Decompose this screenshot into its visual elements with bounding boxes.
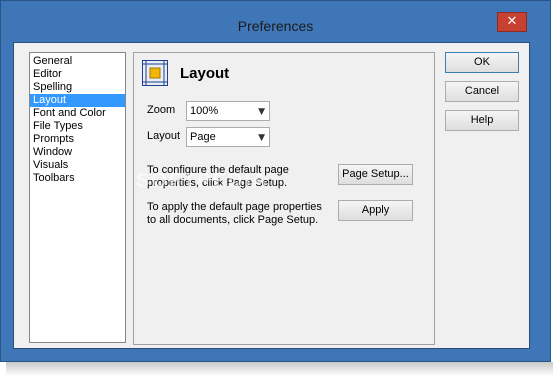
cancel-button[interactable]: Cancel — [445, 81, 519, 102]
layout-label: Layout — [147, 130, 181, 142]
apply-button[interactable]: Apply — [338, 200, 413, 221]
category-item-file-types[interactable]: File Types — [30, 120, 125, 133]
category-list[interactable]: General Editor Spelling Layout Font and … — [29, 52, 126, 343]
chevron-down-icon: ▼ — [258, 107, 265, 117]
close-button[interactable]: ✕ — [497, 12, 527, 32]
ok-button[interactable]: OK — [445, 52, 519, 73]
help-button[interactable]: Help — [445, 110, 519, 131]
zoom-label: Zoom — [147, 104, 176, 116]
category-item-toolbars[interactable]: Toolbars — [30, 172, 125, 185]
layout-select[interactable]: Page ▼ — [186, 127, 270, 147]
preferences-window: Preferences ✕ General Editor Spelling La… — [0, 0, 551, 362]
category-item-editor[interactable]: Editor — [30, 68, 125, 81]
layout-icon — [142, 60, 168, 86]
zoom-value: 100% — [190, 105, 219, 117]
window-title: Preferences — [237, 18, 314, 34]
dialog-client-area: General Editor Spelling Layout Font and … — [13, 42, 530, 349]
zoom-select[interactable]: 100% ▼ — [186, 101, 270, 121]
settings-panel: Layout Zoom 100% ▼ Layout Page ▼ To conf… — [133, 52, 435, 345]
title-bar[interactable]: Preferences ✕ — [1, 1, 550, 39]
category-item-font-and-color[interactable]: Font and Color — [30, 107, 125, 120]
category-item-prompts[interactable]: Prompts — [30, 133, 125, 146]
window-shadow — [6, 362, 553, 376]
chevron-down-icon: ▼ — [258, 133, 265, 143]
close-icon: ✕ — [506, 14, 518, 29]
panel-heading: Layout — [180, 65, 230, 82]
page-setup-button[interactable]: Page Setup... — [338, 164, 413, 185]
layout-value: Page — [190, 131, 216, 143]
apply-description: To apply the default page properties to … — [147, 201, 322, 226]
page-setup-description: To configure the default page properties… — [147, 164, 289, 189]
category-item-window[interactable]: Window — [30, 146, 125, 159]
category-item-general[interactable]: General — [30, 55, 125, 68]
category-item-layout[interactable]: Layout — [30, 94, 125, 107]
category-item-spelling[interactable]: Spelling — [30, 81, 125, 94]
category-item-visuals[interactable]: Visuals — [30, 159, 125, 172]
